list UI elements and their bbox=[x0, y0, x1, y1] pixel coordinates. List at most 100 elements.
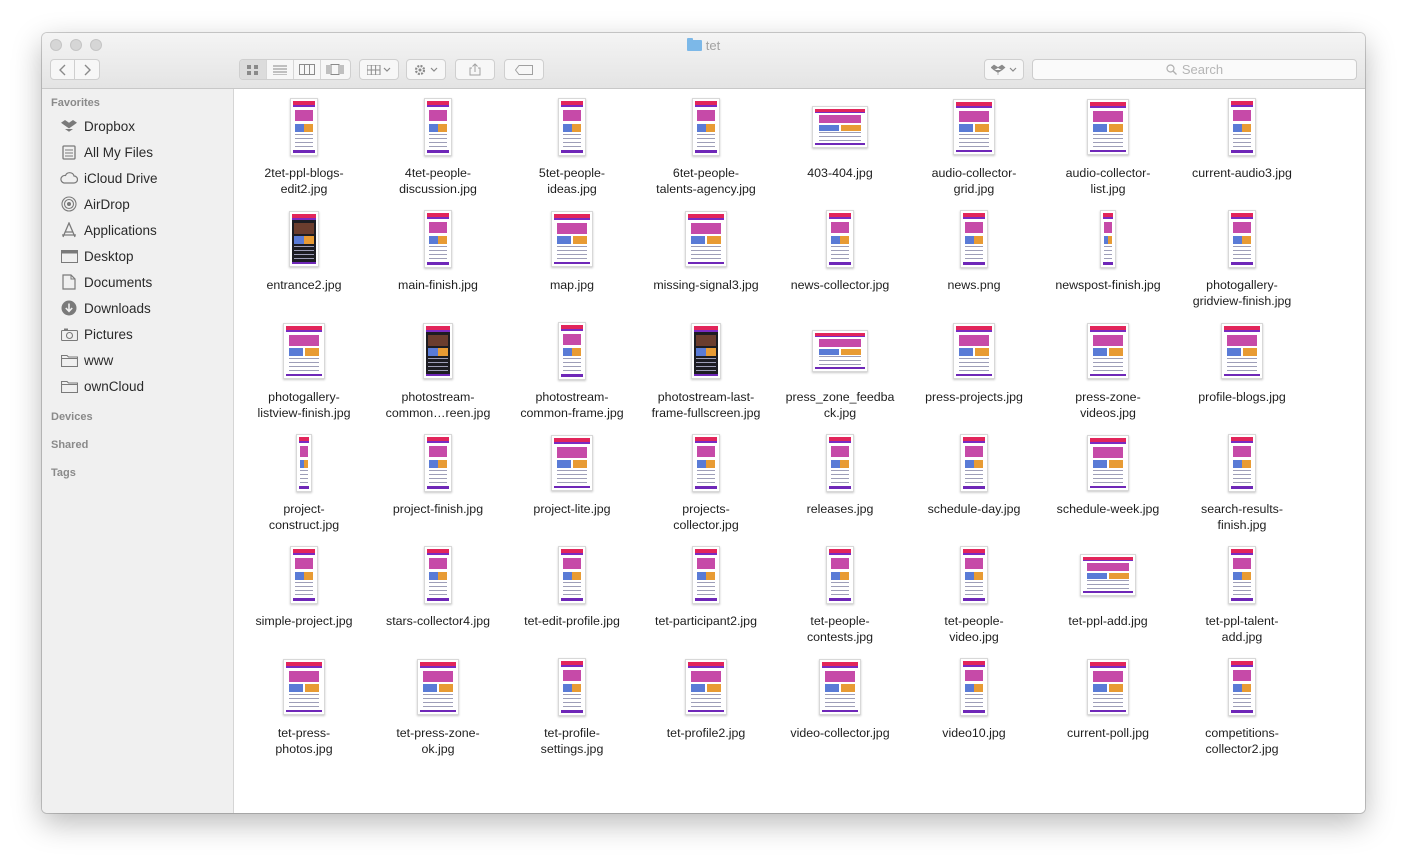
file-name-line: press-zone- bbox=[1075, 390, 1141, 404]
sidebar-item-airdrop[interactable]: AirDrop bbox=[42, 193, 234, 215]
icon-view-button[interactable] bbox=[240, 60, 267, 79]
file-item[interactable]: tet-ppl-talent-add.jpg bbox=[1175, 543, 1309, 645]
file-item[interactable]: simple-project.jpg bbox=[237, 543, 371, 629]
file-item[interactable]: current-poll.jpg bbox=[1041, 655, 1175, 741]
search-field[interactable]: Search bbox=[1032, 59, 1357, 80]
file-item[interactable]: search-results-finish.jpg bbox=[1175, 431, 1309, 533]
file-name-line: tet-participant2.jpg bbox=[655, 614, 757, 628]
file-item[interactable]: press-projects.jpg bbox=[907, 319, 1041, 405]
file-item[interactable]: stars-collector4.jpg bbox=[371, 543, 505, 629]
file-name: stars-collector4.jpg bbox=[371, 613, 505, 629]
dropbox-menu-button[interactable] bbox=[984, 59, 1024, 80]
file-item[interactable]: press_zone_feedba ck.jpg bbox=[773, 319, 907, 421]
file-item[interactable]: photogallery-gridview-finish.jpg bbox=[1175, 207, 1309, 309]
file-item[interactable]: 5tet-people-ideas.jpg bbox=[505, 95, 639, 197]
file-name-line: photostream-last- bbox=[657, 390, 755, 404]
sidebar-heading-shared[interactable]: Shared bbox=[51, 439, 88, 451]
file-thumbnail bbox=[283, 323, 325, 379]
file-item[interactable]: photostream-last-frame-fullscreen.jpg bbox=[639, 319, 773, 421]
file-item[interactable]: tet-edit-profile.jpg bbox=[505, 543, 639, 629]
file-item[interactable]: map.jpg bbox=[505, 207, 639, 293]
file-thumbnail bbox=[953, 323, 995, 379]
coverflow-view-button[interactable] bbox=[321, 60, 348, 79]
file-item[interactable]: competitions-collector2.jpg bbox=[1175, 655, 1309, 757]
file-item[interactable]: missing-signal3.jpg bbox=[639, 207, 773, 293]
column-view-button[interactable] bbox=[294, 60, 321, 79]
file-thumbnail-area bbox=[773, 431, 907, 495]
back-button[interactable] bbox=[50, 59, 75, 80]
file-name-line: tet-people- bbox=[944, 614, 1004, 628]
sidebar-item-icloud-drive[interactable]: iCloud Drive bbox=[42, 167, 234, 189]
file-item[interactable]: tet-profile2.jpg bbox=[639, 655, 773, 741]
file-item[interactable]: profile-blogs.jpg bbox=[1175, 319, 1309, 405]
file-item[interactable]: tet-people-video.jpg bbox=[907, 543, 1041, 645]
file-item[interactable]: audio-collector-list.jpg bbox=[1041, 95, 1175, 197]
file-item[interactable]: project-construct.jpg bbox=[237, 431, 371, 533]
file-item[interactable]: 4tet-people-discussion.jpg bbox=[371, 95, 505, 197]
file-item[interactable]: 403-404.jpg bbox=[773, 95, 907, 181]
sidebar-item-owncloud[interactable]: ownCloud bbox=[42, 375, 234, 397]
file-name: project-lite.jpg bbox=[505, 501, 639, 517]
sidebar-item-pictures[interactable]: Pictures bbox=[42, 323, 234, 345]
tags-button[interactable] bbox=[504, 59, 544, 80]
file-item[interactable]: 2tet-ppl-blogs-edit2.jpg bbox=[237, 95, 371, 197]
file-name-line: discussion.jpg bbox=[399, 182, 477, 196]
file-item[interactable]: video10.jpg bbox=[907, 655, 1041, 741]
file-item[interactable]: tet-ppl-add.jpg bbox=[1041, 543, 1175, 629]
list-view-button[interactable] bbox=[267, 60, 294, 79]
sidebar-item-all-my-files[interactable]: All My Files bbox=[42, 141, 234, 163]
file-item[interactable]: 6tet-people-talents-agency.jpg bbox=[639, 95, 773, 197]
file-item[interactable]: tet-press-photos.jpg bbox=[237, 655, 371, 757]
file-item[interactable]: photostream-common…reen.jpg bbox=[371, 319, 505, 421]
file-thumbnail bbox=[1228, 210, 1256, 268]
file-item[interactable]: main-finish.jpg bbox=[371, 207, 505, 293]
sidebar-item-desktop[interactable]: Desktop bbox=[42, 245, 234, 267]
file-thumbnail-area bbox=[505, 543, 639, 607]
file-item[interactable]: tet-press-zone-ok.jpg bbox=[371, 655, 505, 757]
file-item[interactable]: news-collector.jpg bbox=[773, 207, 907, 293]
search-placeholder: Search bbox=[1181, 62, 1224, 77]
file-item[interactable]: schedule-day.jpg bbox=[907, 431, 1041, 517]
file-item[interactable]: photostream-common-frame.jpg bbox=[505, 319, 639, 421]
file-name-line: tet-ppl-add.jpg bbox=[1068, 614, 1148, 628]
file-item[interactable]: tet-people-contests.jpg bbox=[773, 543, 907, 645]
file-item[interactable]: photogallery-listview-finish.jpg bbox=[237, 319, 371, 421]
file-item[interactable]: video-collector.jpg bbox=[773, 655, 907, 741]
file-item[interactable]: schedule-week.jpg bbox=[1041, 431, 1175, 517]
file-item[interactable]: releases.jpg bbox=[773, 431, 907, 517]
sidebar-item-applications[interactable]: Applications bbox=[42, 219, 234, 241]
file-item[interactable]: tet-participant2.jpg bbox=[639, 543, 773, 629]
action-button[interactable] bbox=[406, 59, 446, 80]
share-button[interactable] bbox=[455, 59, 495, 80]
file-thumbnail-area bbox=[505, 319, 639, 383]
file-item[interactable]: current-audio3.jpg bbox=[1175, 95, 1309, 181]
file-thumbnail bbox=[417, 659, 459, 715]
file-name-line: stars-collector4.jpg bbox=[386, 614, 490, 628]
file-thumbnail bbox=[1100, 210, 1116, 268]
file-name-line: tet-profile- bbox=[544, 726, 600, 740]
sidebar-item-dropbox[interactable]: Dropbox bbox=[42, 115, 234, 137]
file-item[interactable]: tet-profile-settings.jpg bbox=[505, 655, 639, 757]
file-item[interactable]: news.png bbox=[907, 207, 1041, 293]
file-item[interactable]: newspost-finish.jpg bbox=[1041, 207, 1175, 293]
file-name-line: finish.jpg bbox=[1217, 518, 1267, 532]
sidebar-item-downloads[interactable]: Downloads bbox=[42, 297, 234, 319]
sidebar-heading-tags[interactable]: Tags bbox=[51, 467, 76, 479]
sidebar-item-documents[interactable]: Documents bbox=[42, 271, 234, 293]
file-name-line: 4tet-people- bbox=[404, 166, 472, 180]
arrange-button[interactable] bbox=[359, 59, 399, 80]
file-item[interactable]: audio-collector-grid.jpg bbox=[907, 95, 1041, 197]
file-thumbnail bbox=[1228, 434, 1256, 492]
file-name-line: schedule-week.jpg bbox=[1056, 502, 1160, 516]
file-item[interactable]: project-lite.jpg bbox=[505, 431, 639, 517]
file-item[interactable]: project-finish.jpg bbox=[371, 431, 505, 517]
window-title: tet bbox=[42, 38, 1365, 53]
sidebar-item-label: Applications bbox=[84, 222, 157, 238]
sidebar-heading-devices[interactable]: Devices bbox=[51, 411, 93, 423]
file-item[interactable]: press-zone-videos.jpg bbox=[1041, 319, 1175, 421]
forward-button[interactable] bbox=[75, 59, 100, 80]
sidebar-item-www[interactable]: www bbox=[42, 349, 234, 371]
file-item[interactable]: entrance2.jpg bbox=[237, 207, 371, 293]
file-thumbnail-area bbox=[1175, 655, 1309, 719]
file-item[interactable]: projects-collector.jpg bbox=[639, 431, 773, 533]
